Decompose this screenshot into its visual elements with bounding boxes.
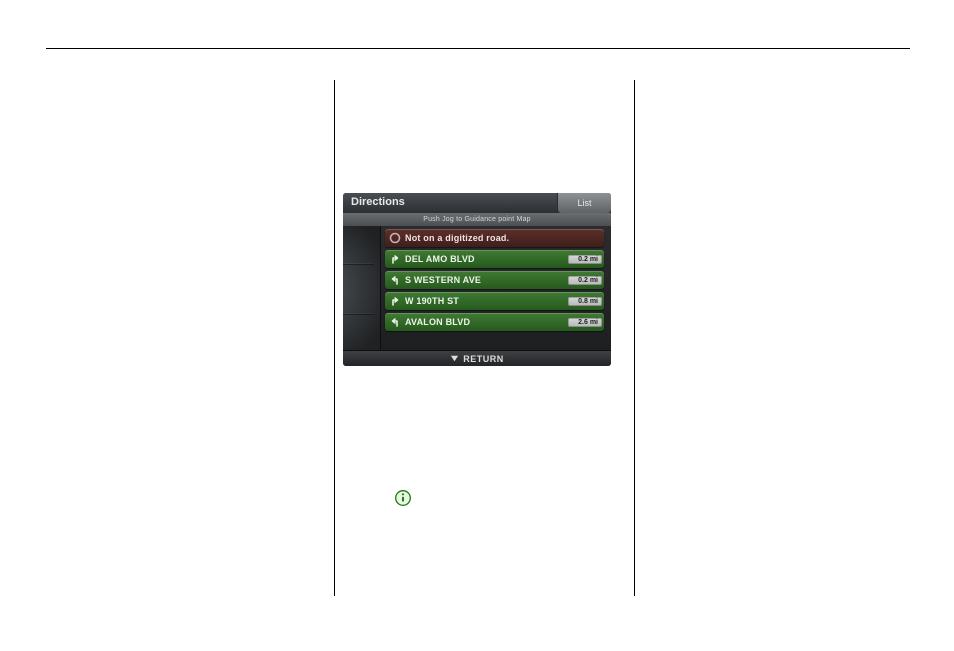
nav-device-screenshot: Directions List Push Jog to Guidance poi… (343, 193, 611, 366)
device-hint-bar: Push Jog to Guidance point Map (343, 213, 611, 226)
street-name: S WESTERN AVE (405, 275, 568, 285)
jog-wheel[interactable] (343, 226, 381, 350)
info-icon (395, 490, 411, 506)
directions-list: Not on a digitized road. DEL AMO BLVD 0.… (381, 226, 611, 350)
turn-left-icon (388, 315, 402, 329)
list-item[interactable]: DEL AMO BLVD 0.2 mi (385, 250, 604, 268)
list-item[interactable]: AVALON BLVD 2.6 mi (385, 313, 604, 331)
device-body: Not on a digitized road. DEL AMO BLVD 0.… (343, 226, 611, 350)
list-item[interactable]: W 190TH ST 0.8 mi (385, 292, 604, 310)
turn-right-icon (388, 294, 402, 308)
column-divider (634, 80, 635, 596)
distance-badge: 0.2 mi (568, 276, 602, 285)
street-name: AVALON BLVD (405, 317, 568, 327)
distance-badge: 2.6 mi (568, 318, 602, 327)
turn-right-icon (388, 252, 402, 266)
horizontal-rule (46, 48, 910, 49)
list-item[interactable]: Not on a digitized road. (385, 229, 604, 247)
street-name: Not on a digitized road. (405, 233, 602, 243)
street-name: W 190TH ST (405, 296, 568, 306)
triangle-down-icon (450, 354, 459, 363)
distance-badge: 0.8 mi (568, 297, 602, 306)
turn-left-icon (388, 273, 402, 287)
street-name: DEL AMO BLVD (405, 254, 568, 264)
list-tab[interactable]: List (557, 193, 611, 213)
stop-icon (388, 231, 402, 245)
device-header: Directions List (343, 193, 611, 213)
device-title: Directions (343, 193, 557, 213)
return-button[interactable]: RETURN (343, 350, 611, 366)
column-divider (334, 80, 335, 596)
list-item[interactable]: S WESTERN AVE 0.2 mi (385, 271, 604, 289)
distance-badge: 0.2 mi (568, 255, 602, 264)
return-label: RETURN (463, 354, 504, 364)
